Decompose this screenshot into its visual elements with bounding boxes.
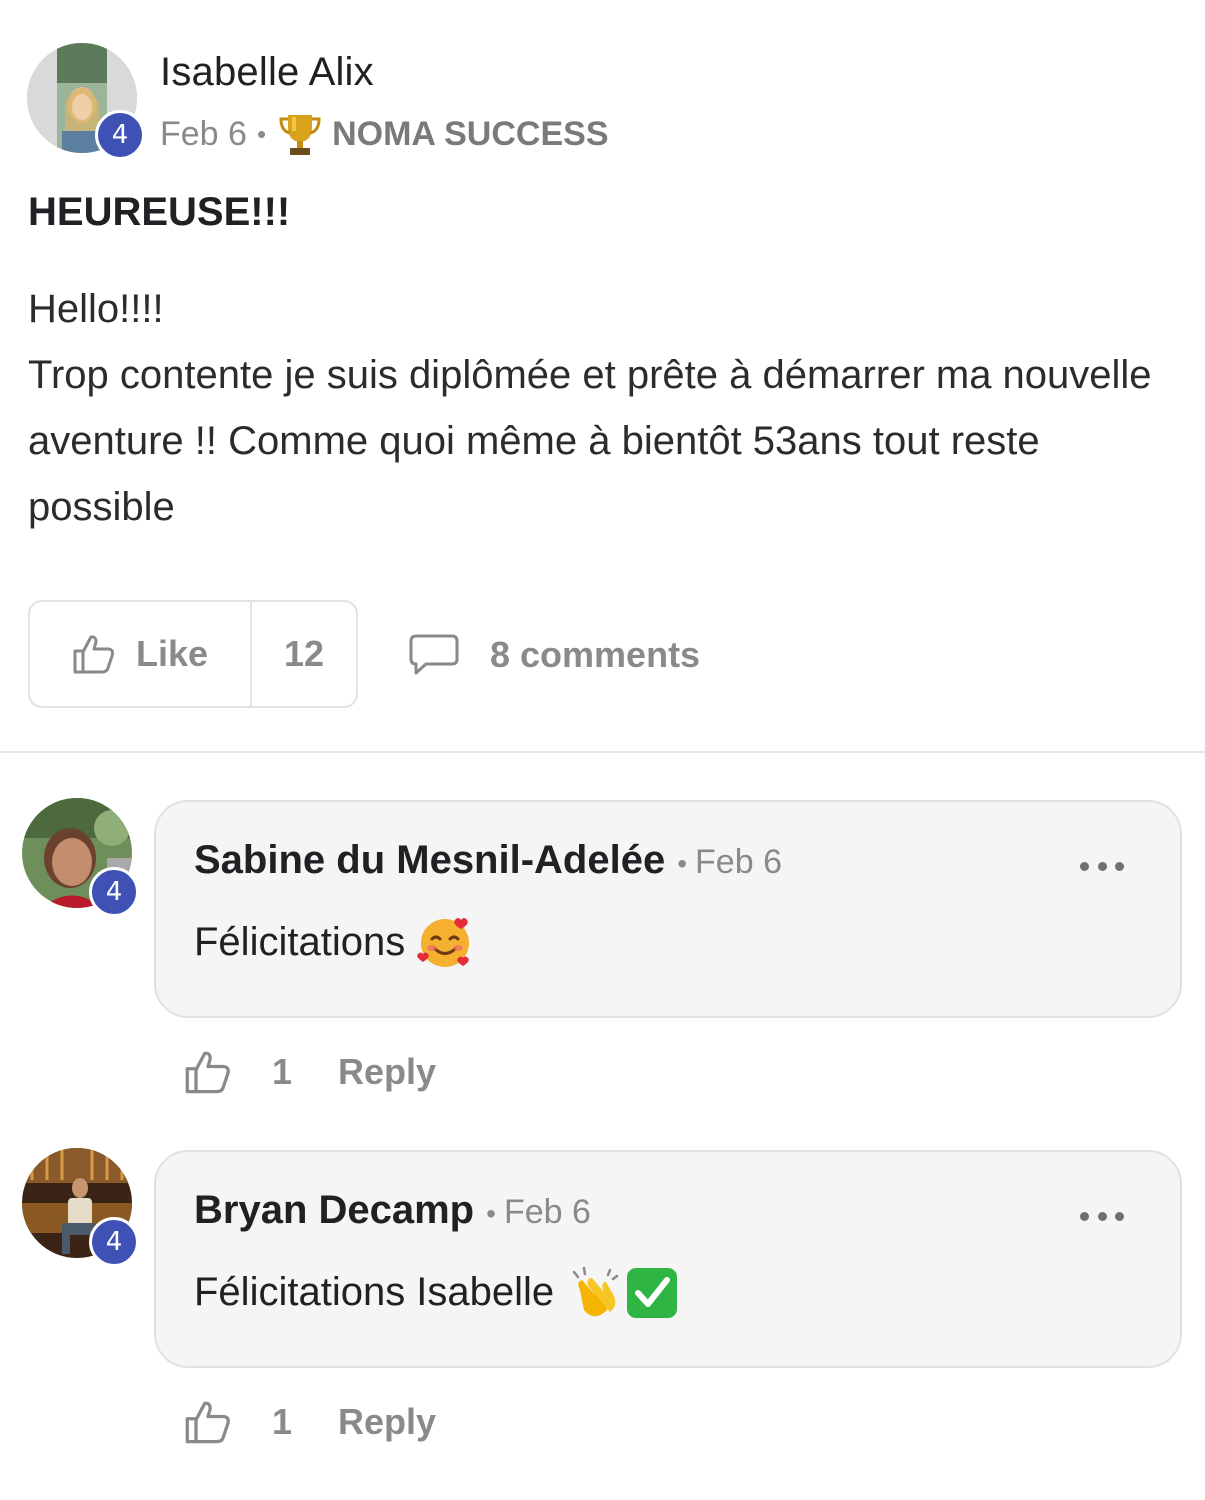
post-body: Hello!!!! Trop contente je suis diplômée… [28,276,1178,540]
divider [0,751,1205,753]
meta-separator: • [256,118,267,149]
post-date: Feb 6 [160,114,247,153]
comments-button[interactable]: 8 comments [408,625,700,685]
post-page: 4 Isabelle Alix Feb 6 • NOMA SUCCESS HEU… [0,0,1205,1500]
post-author-name[interactable]: Isabelle Alix [160,50,374,95]
like-box: Like 12 [28,600,358,708]
comment-author-name[interactable]: Bryan Decamp [194,1188,474,1233]
smiling-face-with-hearts-icon [417,918,470,967]
comment-card: Sabine du Mesnil-Adelée • Feb 6 Félicita… [154,800,1182,1018]
comments-count-label: 8 comments [490,634,701,675]
trophy-icon [279,115,321,155]
more-options-icon[interactable] [1080,1204,1124,1228]
meta-separator: • [486,1198,496,1229]
comment-text: Félicitations Isabelle [194,1262,680,1322]
clapping-hands-icon [572,1266,619,1317]
reply-button[interactable]: Reply [338,1051,436,1093]
thumbs-up-icon[interactable] [184,1048,232,1096]
comment-date: Feb 6 [695,843,782,881]
author-level-badge: 4 [89,1217,139,1267]
thumbs-up-icon[interactable] [184,1398,232,1446]
comment-date: Feb 6 [503,1193,591,1231]
comment-text-content: Félicitations [194,919,406,964]
comment-card: Bryan Decamp • Feb 6 Félicitations Isabe… [154,1150,1182,1368]
comment-actions: 1 Reply [184,1042,436,1102]
post-category[interactable]: NOMA SUCCESS [332,115,608,154]
comment-author-name[interactable]: Sabine du Mesnil-Adelée [194,838,665,883]
comment-like-count: 1 [272,1051,293,1092]
comment-header: Bryan Decamp • Feb 6 [194,1188,591,1244]
like-label: Like [135,633,209,674]
author-level-badge: 4 [95,110,145,160]
comment-bubble-icon [409,634,459,675]
author-level-badge: 4 [89,867,139,917]
thumbs-up-icon [73,635,115,674]
comment-like-count: 1 [272,1401,293,1442]
post-meta: Feb 6 • NOMA SUCCESS [160,112,609,156]
post-body-line: Hello!!!! [28,287,164,331]
comment-actions: 1 Reply [184,1392,436,1452]
check-mark-button-icon [627,1268,678,1318]
like-button[interactable]: Like [30,602,252,706]
comment-text: Félicitations [194,912,473,972]
post-title: HEUREUSE!!! [28,190,291,234]
like-count[interactable]: 12 [252,602,356,706]
more-options-icon[interactable] [1080,854,1124,878]
reply-button[interactable]: Reply [338,1401,436,1443]
post-body-line: Trop contente je suis diplômée et prête … [28,353,1152,529]
comment-header: Sabine du Mesnil-Adelée • Feb 6 [194,838,782,894]
meta-separator: • [677,848,688,879]
comment-text-content: Félicitations Isabelle [194,1269,555,1314]
